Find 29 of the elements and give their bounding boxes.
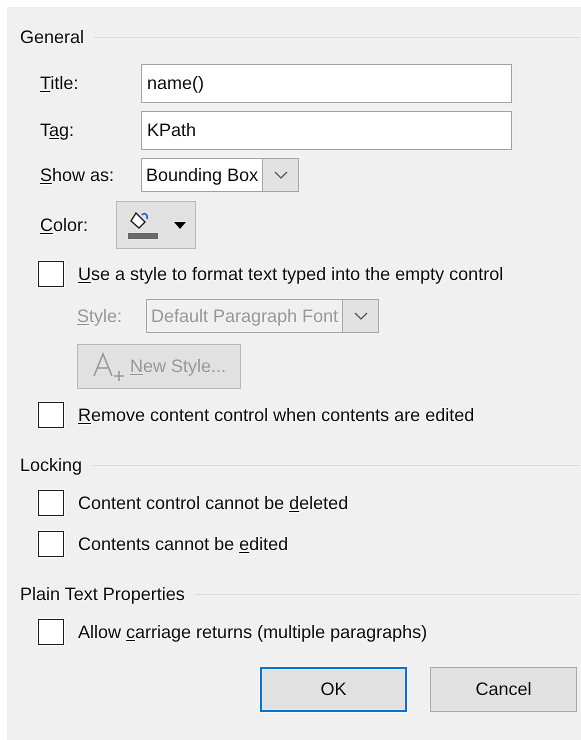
checkbox[interactable]: [38, 490, 64, 516]
color-picker-button[interactable]: [116, 201, 196, 249]
group-heading: General: [20, 26, 84, 48]
group-heading: Plain Text Properties: [20, 582, 185, 606]
checkbox-label: Use a style to format text typed into the empty control: [78, 262, 504, 286]
checkbox[interactable]: [38, 619, 64, 645]
checkbox-label: Remove content control when contents are edited: [78, 404, 474, 426]
checkbox[interactable]: [38, 261, 64, 287]
checkbox-label: Allow carriage returns (multiple paragraphs): [78, 620, 428, 644]
dropdown[interactable]: Bounding Box: [141, 158, 300, 192]
chevron-down-icon: [354, 312, 368, 320]
field-label: Title:: [40, 72, 80, 95]
field-label: Color:: [40, 214, 90, 236]
chevron-down-icon: [274, 171, 288, 179]
dialog-button[interactable]: Cancel: [430, 667, 577, 712]
paint-bucket-icon: [126, 209, 158, 241]
checkbox[interactable]: [38, 531, 64, 557]
field-label: Tag:: [40, 119, 76, 142]
checkbox[interactable]: [38, 402, 64, 428]
field-label: Style:: [77, 304, 124, 328]
text-field[interactable]: KPath: [141, 111, 512, 150]
checkbox-label: Contents cannot be edited: [78, 532, 288, 556]
dropdown-arrow-icon: [174, 222, 186, 228]
dialog-button[interactable]: OK: [260, 667, 407, 712]
font-plus-icon: [92, 352, 126, 382]
text-field[interactable]: name(): [141, 64, 512, 103]
group-heading: Locking: [20, 454, 82, 477]
checkbox-label: Content control cannot be deleted: [78, 492, 348, 514]
field-label: Show as:: [40, 164, 116, 186]
